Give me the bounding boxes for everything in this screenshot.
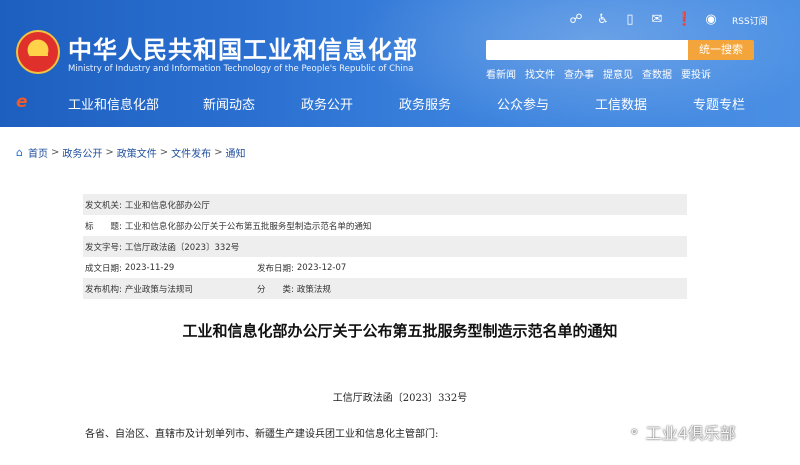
main-nav: e 工业和信息化部 新闻动态 政务公开 政务服务 公众参与 工信数据 专题专栏	[0, 88, 800, 118]
meta-org-cell: 发布机构: 产业政策与法规司	[83, 283, 255, 295]
site-header: ★ 中华人民共和国工业和信息化部 Ministry of Industry an…	[0, 0, 800, 127]
quick-link-data[interactable]: 查数据	[642, 66, 672, 81]
breadcrumb-separator: >	[105, 147, 114, 158]
meta-category: 政策法规	[296, 284, 331, 295]
meta-label: 发布机构:	[85, 284, 122, 295]
site-title[interactable]: 中华人民共和国工业和信息化部	[68, 30, 418, 65]
breadcrumb: ⌂ 首页 > 政务公开 > 政策文件 > 文件发布 > 通知	[16, 145, 246, 160]
search-input[interactable]	[486, 40, 688, 60]
document-meta-table: 发文机关: 工业和信息化部办公厅 标 题: 工业和信息化部办公厅关于公布第五批服…	[83, 194, 687, 299]
quick-link-news[interactable]: 看新闻	[486, 66, 516, 81]
breadcrumb-separator: >	[214, 147, 223, 158]
nav-item-data[interactable]: 工信数据	[595, 94, 647, 113]
meta-label: 发文机关:	[85, 200, 122, 211]
wechat-watermark: ⚬ 工业4俱乐部	[628, 420, 736, 444]
breadcrumb-file-release[interactable]: 文件发布	[171, 145, 211, 160]
weibo-icon[interactable]: ◉	[703, 12, 719, 28]
meta-created-cell: 成文日期: 2023-11-29	[83, 262, 255, 274]
mobile-app-icon[interactable]: ☍	[568, 12, 584, 28]
home-icon[interactable]: ⌂	[16, 146, 23, 159]
quick-link-files[interactable]: 找文件	[525, 66, 555, 81]
breadcrumb-separator: >	[50, 147, 60, 158]
nav-item-public-participation[interactable]: 公众参与	[497, 94, 549, 113]
meta-label: 成文日期:	[85, 263, 122, 274]
quick-link-feedback[interactable]: 提意见	[603, 66, 633, 81]
meta-label: 发文字号:	[85, 242, 122, 253]
breadcrumb-separator: >	[159, 147, 169, 158]
breadcrumb-policy-files[interactable]: 政策文件	[117, 145, 157, 160]
site-subtitle: Ministry of Industry and Information Tec…	[68, 64, 414, 74]
search-button[interactable]: 统一搜索	[688, 40, 754, 60]
e-government-icon[interactable]: e	[16, 92, 28, 112]
mail-icon[interactable]: ✉	[649, 12, 665, 28]
national-emblem-icon[interactable]: ★	[16, 30, 60, 74]
breadcrumb-home[interactable]: 首页	[28, 145, 48, 160]
document-title: 工业和信息化部办公厅关于公布第五批服务型制造示范名单的通知	[182, 322, 618, 340]
emblem-star: ★	[31, 39, 44, 55]
nav-item-gov-services[interactable]: 政务服务	[399, 94, 451, 113]
breadcrumb-notice[interactable]: 通知	[226, 145, 246, 160]
meta-row-issuer: 发文机关: 工业和信息化部办公厅	[83, 194, 687, 215]
meta-row-title: 标 题: 工业和信息化部办公厅关于公布第五批服务型制造示范名单的通知	[83, 215, 687, 236]
nav-item-topics[interactable]: 专题专栏	[693, 94, 745, 113]
meta-row-org: 发布机构: 产业政策与法规司 分 类: 政策法规	[83, 278, 687, 299]
meta-published-date: 2023-12-07	[296, 262, 347, 273]
watermark-text: 工业4俱乐部	[645, 424, 736, 443]
meta-label: 标 题:	[85, 221, 122, 232]
document-greeting: 各省、自治区、直辖市及计划单列市、新疆生产建设兵团工业和信息化主管部门:	[85, 429, 439, 440]
meta-issuer: 工业和信息化部办公厅	[124, 200, 210, 211]
meta-created-date: 2023-11-29	[124, 262, 175, 273]
meta-category-cell: 分 类: 政策法规	[255, 283, 331, 295]
nav-item-miit[interactable]: 工业和信息化部	[68, 94, 159, 113]
breadcrumb-gov-affairs[interactable]: 政务公开	[62, 145, 102, 160]
meta-row-dates: 成文日期: 2023-11-29 发布日期: 2023-12-07	[83, 257, 687, 278]
meta-doc-no: 工信厅政法函〔2023〕332号	[124, 242, 240, 253]
message-icon[interactable]: ❗	[676, 12, 692, 28]
accessibility-icon[interactable]: ♿	[595, 12, 611, 28]
nav-item-gov-affairs[interactable]: 政务公开	[301, 94, 353, 113]
nav-item-news[interactable]: 新闻动态	[203, 94, 255, 113]
quick-links: 看新闻 找文件 查办事 提意见 查数据 要投诉	[486, 66, 711, 81]
meta-title: 工业和信息化部办公厅关于公布第五批服务型制造示范名单的通知	[124, 221, 372, 232]
top-utility-icons: ☍ ♿ ▯ ✉ ❗ ◉ RSS订阅	[568, 12, 768, 28]
meta-label: 发布日期:	[257, 263, 294, 274]
meta-org: 产业政策与法规司	[124, 284, 193, 295]
document-number: 工信厅政法函〔2023〕332号	[332, 393, 468, 404]
quick-link-complaint[interactable]: 要投诉	[681, 66, 711, 81]
emblem-gate	[30, 54, 48, 64]
meta-label: 分 类:	[257, 284, 294, 295]
quick-link-services[interactable]: 查办事	[564, 66, 594, 81]
meta-row-doc-no: 发文字号: 工信厅政法函〔2023〕332号	[83, 236, 687, 257]
rss-subscribe-link[interactable]: RSS订阅	[732, 14, 768, 27]
meta-published-cell: 发布日期: 2023-12-07	[255, 262, 346, 274]
phone-icon[interactable]: ▯	[622, 12, 638, 28]
wechat-icon: ⚬	[628, 423, 641, 441]
